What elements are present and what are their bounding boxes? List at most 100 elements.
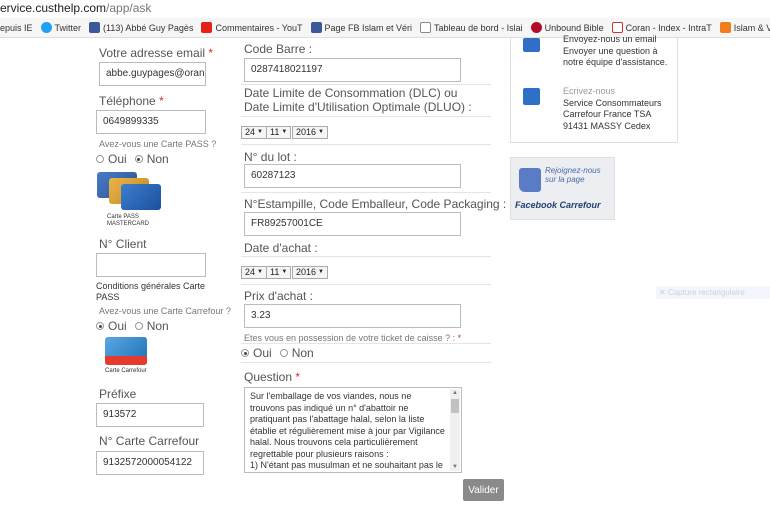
bookmark-item[interactable]: Twitter: [40, 22, 81, 33]
barcode-label: Code Barre :: [244, 42, 313, 56]
radio-oui[interactable]: [96, 322, 104, 330]
carrefour-card-image: [105, 337, 147, 365]
screenshot-tool-ghost: ✕ Capture rectangulaire: [656, 286, 770, 299]
bookmark-item[interactable]: epuis IE: [0, 23, 33, 33]
radio-non[interactable]: [134, 322, 143, 330]
carrefour-number-field[interactable]: 9132572000054122: [96, 451, 204, 475]
bookmark-item[interactable]: Islam & Vérité: [719, 22, 770, 33]
chevron-down-icon: ▼: [281, 129, 288, 135]
pass-card-caption: Carte PASS MASTERCARD: [107, 214, 150, 227]
purchase-month-select[interactable]: 11 ▼: [266, 266, 292, 279]
close-icon: ✕: [659, 288, 668, 297]
receipt-radio-group: QuestionOui Non: [241, 346, 322, 360]
purchase-year-select[interactable]: 2016 ▼: [292, 266, 328, 279]
price-field[interactable]: 3.23: [244, 304, 461, 328]
question-textarea[interactable]: Sur l'emballage de vos viandes, nous ne …: [244, 387, 462, 473]
carrefour-non-option[interactable]: Non: [134, 319, 169, 333]
select-value: 11: [270, 127, 280, 137]
select-value: 2016: [296, 127, 317, 137]
url-path: /app/ask: [106, 1, 152, 15]
url-domain: ervice.custhelp.com: [0, 1, 107, 15]
facebook-icon: [89, 22, 101, 33]
carrefour-oui-option[interactable]: Oui: [96, 319, 127, 333]
stamp-field[interactable]: FR89257001CE: [244, 212, 461, 236]
purchase-day-select[interactable]: 24 ▼: [241, 266, 267, 279]
bookmark-item[interactable]: Tableau de bord - Islai: [420, 22, 523, 33]
client-field[interactable]: [96, 253, 206, 277]
conditions-link[interactable]: Conditions générales Carte PASS: [96, 281, 216, 303]
barcode-field[interactable]: 0287418021197: [244, 58, 461, 82]
youtube-icon: [201, 22, 213, 33]
unbound-icon: [530, 22, 542, 33]
divider: [241, 144, 491, 145]
radio-non[interactable]: [279, 349, 288, 357]
bookmark-item[interactable]: Commentaires - YouT: [201, 22, 303, 33]
email-block-text[interactable]: Envoyez-nous un email Envoyer une questi…: [563, 34, 675, 69]
divider: [241, 284, 491, 285]
bookmark-item[interactable]: Page FB Islam et Véri: [310, 22, 412, 33]
phone-field[interactable]: 0649899335: [96, 110, 206, 134]
dlc-label: Date Limite de Consommation (DLC) ou Dat…: [244, 86, 472, 114]
prefix-label: Préfixe: [99, 387, 137, 401]
question-text: Sur l'emballage de vos viandes, nous ne …: [250, 391, 445, 470]
receipt-question: Etes vous en possession de votre ticket …: [244, 333, 461, 343]
dlc-month-select[interactable]: 11 ▼: [266, 126, 292, 139]
carrefour-card-caption: Carte Carrefour: [105, 368, 147, 374]
client-label: N° Client: [99, 237, 147, 251]
pass-oui-option[interactable]: Oui: [96, 152, 127, 166]
bookmark-label: Tableau de bord - Islai: [434, 22, 523, 33]
prefix-field[interactable]: 913572: [96, 403, 204, 427]
mail-block: Ecrivez-nous Service Consommateurs Carre…: [563, 86, 662, 132]
facebook-icon: [310, 22, 322, 33]
radio-oui[interactable]: [96, 155, 104, 163]
bookmark-item[interactable]: Unbound Bible: [530, 22, 604, 33]
scroll-down-icon[interactable]: ▼: [450, 463, 460, 471]
radio-oui[interactable]: [241, 349, 249, 357]
select-value: 24: [245, 127, 256, 137]
carrefour-question: Avez-vous une Carte Carrefour ?: [99, 306, 231, 316]
non-label: Non: [291, 346, 314, 360]
scroll-thumb[interactable]: [451, 399, 459, 413]
carrefour-radio-group: Oui Non: [96, 319, 177, 333]
card-stripe: [105, 356, 147, 365]
bookmark-item[interactable]: Coran - Index - IntraT: [611, 22, 712, 33]
stamp-label: N°Estampille, Code Emballeur, Code Packa…: [244, 197, 507, 211]
non-label: Non: [146, 152, 169, 166]
required-mark: *: [159, 94, 164, 108]
bookmark-label: Unbound Bible: [544, 22, 604, 33]
submit-button[interactable]: Valider: [463, 479, 504, 501]
pass-card-image: [97, 172, 163, 214]
dlc-year-select[interactable]: 2016 ▼: [292, 126, 328, 139]
bookmark-item[interactable]: (113) Abbé Guy Pagès: [89, 22, 193, 33]
facebook-banner[interactable]: Rejoignez-nous sur la page Facebook Carr…: [510, 157, 615, 220]
bookmark-label: epuis IE: [0, 22, 33, 33]
oui-label: Oui: [108, 152, 127, 166]
chevron-down-icon: ▼: [257, 269, 263, 275]
lot-field[interactable]: 60287123: [244, 164, 461, 188]
chevron-down-icon: ▼: [281, 269, 288, 275]
twitter-icon: [40, 22, 52, 33]
scroll-up-icon[interactable]: ▲: [450, 389, 460, 397]
divider: [241, 343, 491, 344]
mail-title: Ecrivez-nous: [563, 86, 616, 96]
mail-icon: [523, 88, 540, 105]
radio-non[interactable]: [134, 155, 143, 163]
lot-label: N° du lot :: [244, 150, 297, 164]
bookmark-label: Coran - Index - IntraT: [625, 22, 712, 33]
email-field[interactable]: abbe.guypages@orange: [99, 62, 206, 86]
divider: [241, 256, 491, 257]
address-bar[interactable]: ervice.custhelp.com/app/ask: [0, 0, 770, 18]
dlc-day-select[interactable]: 24 ▼: [241, 126, 267, 139]
textarea-scrollbar[interactable]: ▲ ▼: [450, 389, 460, 471]
bookmark-label: Commentaires - YouT: [215, 22, 303, 33]
receipt-oui-option[interactable]: QuestionOui: [241, 346, 272, 360]
card-front: [121, 184, 161, 210]
receipt-non-option[interactable]: Non: [279, 346, 314, 360]
carrefour-number-label: N° Carte Carrefour: [99, 434, 200, 448]
divider: [241, 362, 491, 363]
pass-non-option[interactable]: Non: [134, 152, 169, 166]
question-label: Question *: [244, 370, 300, 384]
bookmark-label: (113) Abbé Guy Pagès: [103, 22, 194, 33]
contact-box: Envoyez-nous un email Envoyer une questi…: [510, 34, 678, 143]
required-mark: *: [208, 46, 214, 60]
